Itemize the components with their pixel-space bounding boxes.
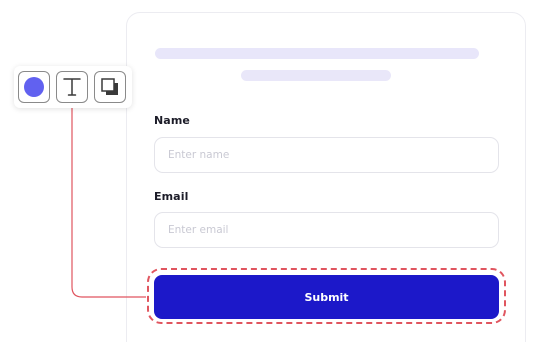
name-label: Name	[154, 114, 190, 127]
name-input[interactable]	[154, 137, 499, 173]
submit-button[interactable]: Submit	[154, 275, 499, 319]
subtitle-placeholder-bar	[241, 70, 391, 81]
form-card: Name Email Submit	[126, 12, 526, 342]
floating-toolbar	[14, 66, 132, 108]
title-placeholder-bar	[155, 48, 479, 59]
text-t-icon	[63, 78, 81, 96]
shadow-tool-button[interactable]	[94, 71, 126, 103]
canvas: Name Email Submit	[0, 0, 540, 342]
color-tool-button[interactable]	[18, 71, 50, 103]
email-label: Email	[154, 190, 189, 203]
color-circle-icon	[24, 77, 44, 97]
text-tool-button[interactable]	[56, 71, 88, 103]
email-input[interactable]	[154, 212, 499, 248]
drop-shadow-icon	[101, 78, 118, 95]
